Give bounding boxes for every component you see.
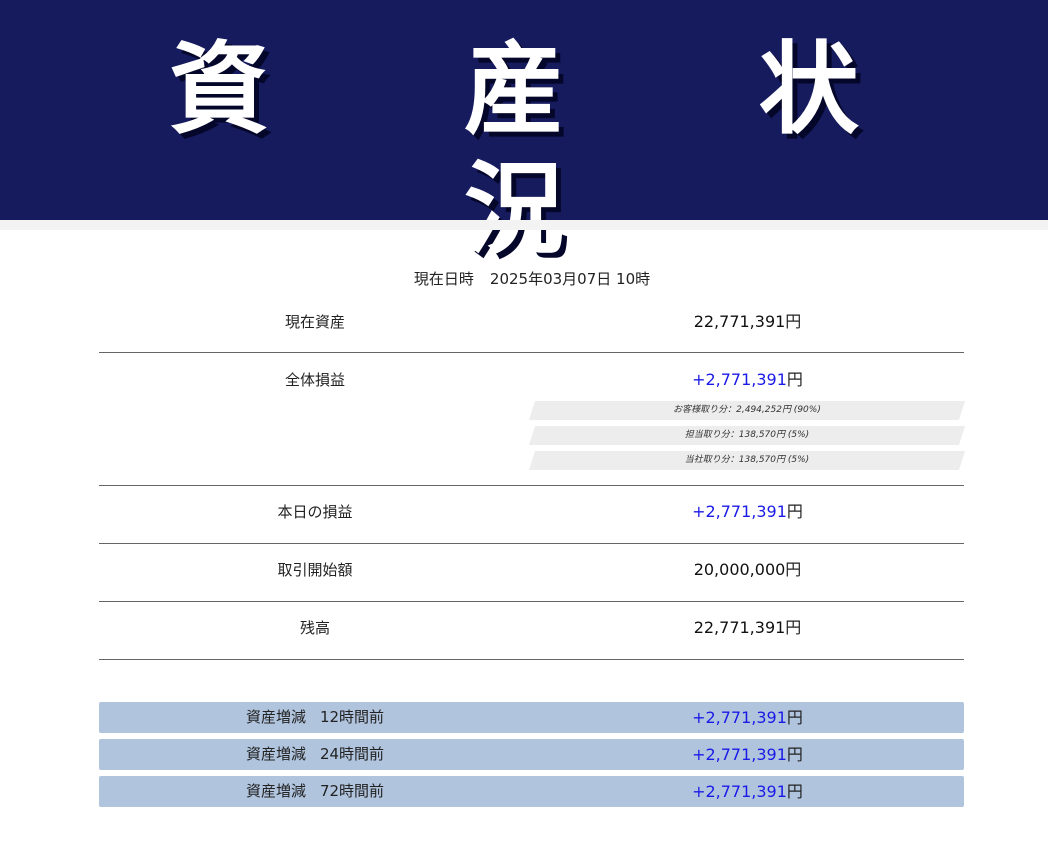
asset-change-period: 24時間前 xyxy=(319,745,385,763)
balance-amount: 22,771,391 xyxy=(693,618,786,637)
asset-change-amount: +2,771,391 xyxy=(692,708,787,727)
asset-change-24h: 資産増減 24時間前 +2,771,391円 xyxy=(99,739,964,770)
start-amount-unit: 円 xyxy=(785,560,802,579)
divider xyxy=(99,352,964,353)
today-pl-label: 本日の損益 xyxy=(277,503,353,521)
breakdown-customer: お客様取り分：2,494,252円 (90%) xyxy=(528,401,966,420)
asset-change-label: 資産増減 24時間前 xyxy=(99,739,531,770)
divider xyxy=(99,485,964,486)
current-assets-amount: 22,771,391 xyxy=(693,312,786,331)
asset-change-unit: 円 xyxy=(786,745,803,764)
current-assets-label: 現在資産 xyxy=(284,313,345,331)
asset-change-title: 資産増減 xyxy=(245,708,306,726)
asset-change-unit: 円 xyxy=(786,782,803,801)
row-total-pl: 全体損益 +2,771,391円 xyxy=(99,369,964,391)
total-pl-label: 全体損益 xyxy=(284,371,345,389)
balance-unit: 円 xyxy=(785,618,802,637)
breakdown-staff: 担当取り分：138,570円 (5%) xyxy=(528,426,966,445)
breakdown-company: 当社取り分：138,570円 (5%) xyxy=(528,451,966,470)
start-amount-amount: 20,000,000 xyxy=(693,560,786,579)
asset-change-value: +2,771,391円 xyxy=(531,776,964,807)
asset-change-label: 資産増減 72時間前 xyxy=(99,776,531,807)
balance-label: 残高 xyxy=(299,619,330,637)
asset-change-title: 資産増減 xyxy=(245,782,306,800)
divider xyxy=(99,659,964,660)
divider xyxy=(99,543,964,544)
total-pl-unit: 円 xyxy=(786,370,803,389)
start-amount-label: 取引開始額 xyxy=(277,561,353,579)
row-current-assets: 現在資産 22,771,391円 xyxy=(99,311,964,333)
divider xyxy=(99,601,964,602)
asset-change-period: 72時間前 xyxy=(319,782,385,800)
row-balance: 残高 22,771,391円 xyxy=(99,617,964,639)
today-pl-unit: 円 xyxy=(786,502,803,521)
today-pl-amount: +2,771,391 xyxy=(692,502,787,521)
asset-change-unit: 円 xyxy=(786,708,803,727)
today-pl-value: +2,771,391円 xyxy=(531,501,964,523)
current-assets-value: 22,771,391円 xyxy=(531,311,964,333)
row-start-amount: 取引開始額 20,000,000円 xyxy=(99,559,964,581)
datetime-label: 現在日時 xyxy=(413,270,474,288)
balance-value: 22,771,391円 xyxy=(531,617,964,639)
total-pl-value: +2,771,391円 xyxy=(531,369,964,391)
current-assets-unit: 円 xyxy=(785,312,802,331)
datetime-value: 2025年03月07日 10時 xyxy=(489,270,651,288)
asset-change-72h: 資産増減 72時間前 +2,771,391円 xyxy=(99,776,964,807)
page-header: 資 産 状 況 xyxy=(0,0,1048,268)
start-amount-value: 20,000,000円 xyxy=(531,559,964,581)
asset-change-amount: +2,771,391 xyxy=(692,745,787,764)
breakdown-customer-text: お客様取り分：2,494,252円 (90%) xyxy=(673,405,821,415)
asset-change-label: 資産増減 12時間前 xyxy=(99,702,531,733)
asset-change-title: 資産増減 xyxy=(245,745,306,763)
row-today-pl: 本日の損益 +2,771,391円 xyxy=(99,501,964,523)
asset-change-12h: 資産増減 12時間前 +2,771,391円 xyxy=(99,702,964,733)
total-pl-amount: +2,771,391 xyxy=(692,370,787,389)
page-title: 資 産 状 況 xyxy=(169,31,939,268)
asset-change-value: +2,771,391円 xyxy=(531,739,964,770)
header-divider xyxy=(0,220,1048,230)
current-datetime: 現在日時 2025年03月07日 10時 xyxy=(0,268,1048,290)
breakdown-staff-text: 担当取り分：138,570円 (5%) xyxy=(684,430,810,440)
breakdown-company-text: 当社取り分：138,570円 (5%) xyxy=(684,455,810,465)
asset-change-period: 12時間前 xyxy=(319,708,385,726)
asset-change-value: +2,771,391円 xyxy=(531,702,964,733)
asset-change-amount: +2,771,391 xyxy=(692,782,787,801)
